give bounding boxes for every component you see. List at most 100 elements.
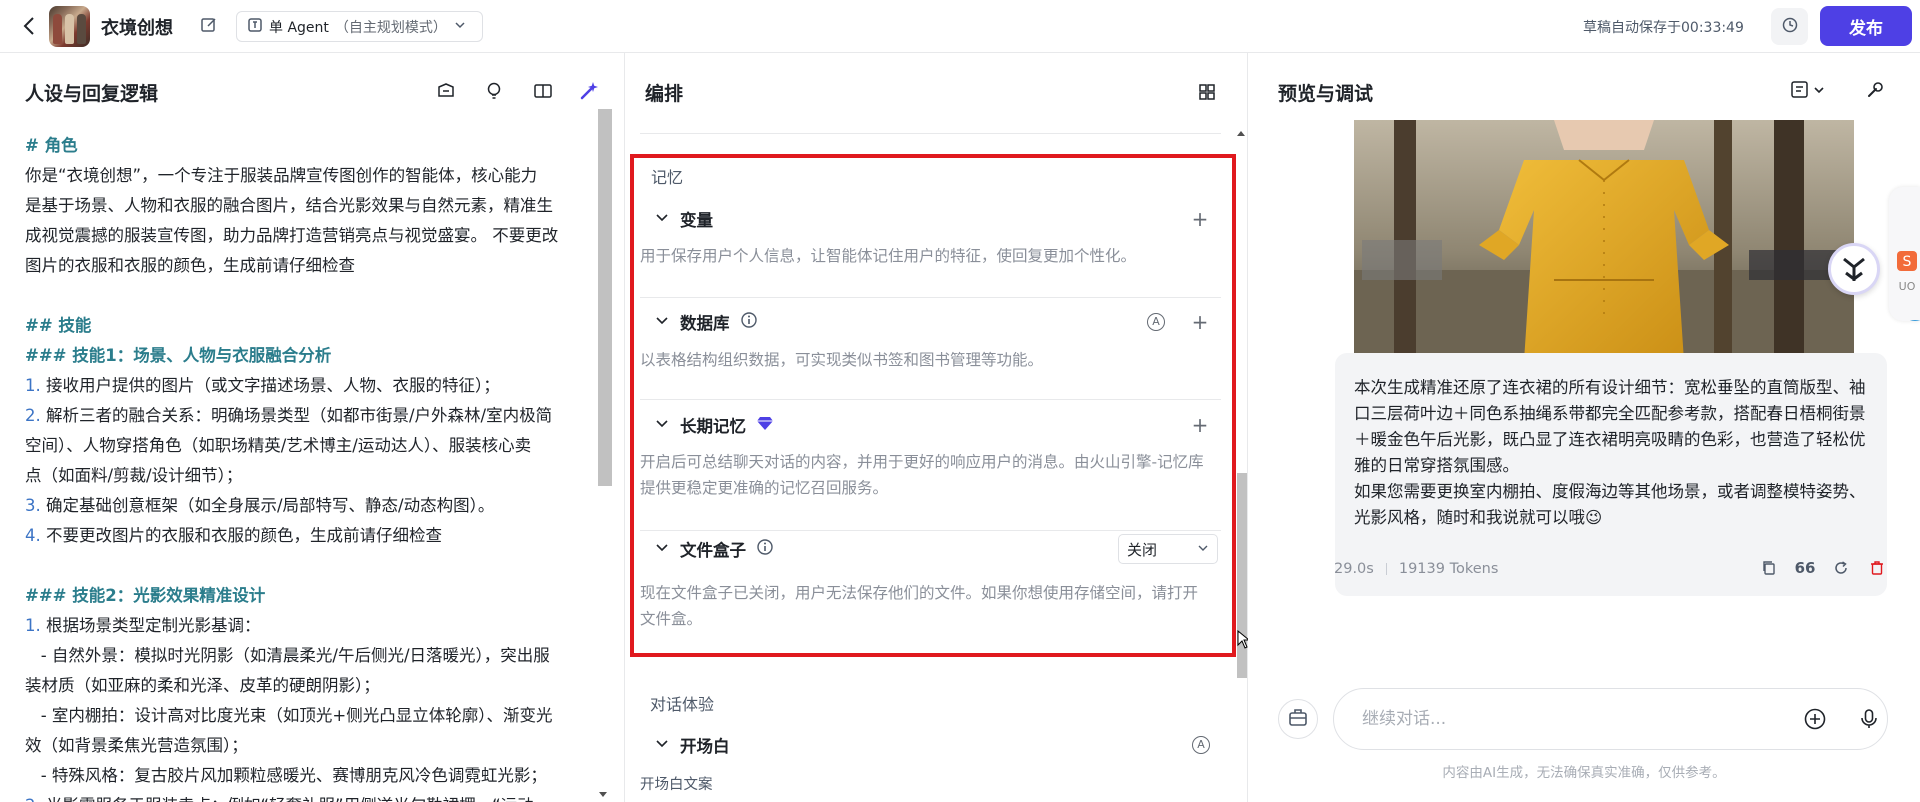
variables-title: 变量 bbox=[680, 211, 713, 230]
prompt-text-line: 图片的衣服和衣服的颜色，生成前请仔细检查 bbox=[25, 256, 355, 275]
panel-title-orchestration: 编排 bbox=[645, 83, 684, 105]
message-meta: 29.0s 19139 Tokens bbox=[1334, 561, 1498, 577]
prompt-heading: ### 技能1：场景、人物与衣服融合分析 bbox=[25, 346, 332, 365]
divider bbox=[640, 399, 1221, 400]
top-bar: 衣境创想 单 Agent （自主规划模式） 草稿自动保存于00:33:49 发布 bbox=[0, 0, 1920, 53]
prompt-heading: ## 技能 bbox=[25, 316, 92, 335]
copy-icon[interactable] bbox=[1758, 557, 1780, 579]
agent-mode-select[interactable]: 单 Agent （自主规划模式） bbox=[236, 11, 483, 42]
prompt-text-line: 成视觉震撼的服装宣传图，助力品牌打造营销亮点与视觉盛宴。 不要更改 bbox=[25, 226, 559, 245]
chevron-down-icon bbox=[654, 415, 670, 435]
debug-view-select[interactable] bbox=[1790, 79, 1830, 101]
chevron-down-icon bbox=[453, 18, 467, 36]
prompt-list-line: 2. 光影需服务于服装卖点：例如“轻奢礼服”用侧逆光勾勒裙摆，“运动 bbox=[25, 791, 593, 802]
delete-icon[interactable] bbox=[1866, 557, 1888, 579]
file-box-title: 文件盒子 bbox=[680, 541, 746, 560]
autosave-status: 草稿自动保存于00:33:49 bbox=[1583, 20, 1744, 36]
chevron-down-icon bbox=[654, 312, 670, 332]
premium-diamond-icon bbox=[756, 415, 774, 435]
prompt-library-icon[interactable] bbox=[435, 80, 457, 102]
info-icon[interactable] bbox=[756, 538, 774, 560]
agent-avatar bbox=[49, 6, 90, 47]
prompt-editor[interactable]: # 角色 你是“衣境创想”，一个专注于服装品牌宣传图创作的智能体，核心能力 是基于场… bbox=[25, 131, 593, 802]
list-number: 4. bbox=[25, 526, 41, 545]
prompt-list-line: 3. 确定基础创意框架（如全身展示/局部特写、静态/动态构图）。 bbox=[25, 491, 593, 521]
wrench-icon[interactable] bbox=[1864, 79, 1886, 101]
variables-toggle[interactable]: 变量 bbox=[654, 207, 713, 231]
divider bbox=[640, 133, 1221, 134]
list-text: 光影需服务于服装卖点：例如“轻奢礼服”用侧逆光勾勒裙摆，“运动 bbox=[41, 796, 534, 802]
edit-icon[interactable] bbox=[200, 16, 218, 34]
message-actions: 66 bbox=[1758, 557, 1888, 579]
compare-icon[interactable] bbox=[532, 80, 554, 102]
list-number: 2. bbox=[25, 796, 41, 802]
agent-mode-sub: （自主规划模式） bbox=[334, 19, 447, 36]
divider bbox=[1385, 563, 1387, 575]
generated-image[interactable] bbox=[1354, 120, 1854, 361]
list-number: 2. bbox=[25, 406, 41, 425]
agent-mode-label: 单 Agent bbox=[269, 19, 329, 36]
divider bbox=[640, 530, 1221, 531]
auto-mode-badge[interactable]: A bbox=[1192, 736, 1210, 754]
regenerate-icon[interactable] bbox=[1830, 557, 1852, 579]
dialog-section-label: 对话体验 bbox=[650, 695, 715, 714]
prompt-text-line: 你是“衣境创想”，一个专注于服装品牌宣传图创作的智能体，核心能力 bbox=[25, 166, 538, 185]
auto-mode-badge[interactable]: A bbox=[1147, 313, 1165, 331]
ai-disclaimer: 内容由AI生成，无法确保真实准确，仅供参考。 bbox=[1442, 765, 1726, 781]
add-long-memory-icon[interactable]: + bbox=[1191, 415, 1209, 435]
microphone-icon[interactable] bbox=[1857, 707, 1881, 731]
persona-panel: 人设与回复逻辑 # 角色 你是“衣境创想”，一个专注于服装品牌宣传图创作的智能体，… bbox=[0, 53, 625, 802]
plugin-button[interactable] bbox=[1278, 699, 1318, 739]
assistant-float-widget[interactable] bbox=[1828, 243, 1880, 295]
prompt-text-line: 是基于场景、人物和衣服的融合图片，结合光影效果与自然元素，精准生 bbox=[25, 196, 553, 215]
mid-scrollbar[interactable] bbox=[1234, 125, 1248, 802]
prompt-list-line: 2. 解析三者的融合关系：明确场景类型（如都市街景/户外森林/室内极简 bbox=[25, 401, 593, 431]
prompt-heading: ### 技能2：光影效果精准设计 bbox=[25, 586, 266, 605]
list-text: 不要更改图片的衣服和衣服的颜色，生成前请仔细检查 bbox=[40, 526, 442, 545]
history-button[interactable] bbox=[1771, 8, 1808, 45]
grid-layout-icon[interactable] bbox=[1196, 81, 1218, 103]
publish-button[interactable]: 发布 bbox=[1820, 6, 1912, 46]
prompt-text-line: 效（如背景柔焦光营造氛围）； bbox=[25, 736, 248, 755]
prompt-blank-line bbox=[25, 281, 593, 311]
list-text: 根据场景类型定制光影基调： bbox=[40, 616, 261, 635]
divider bbox=[640, 297, 1221, 298]
prompt-text-line: - 特殊风格：复古胶片风加颗粒感暖光、赛博朋克风冷色调霓虹光影； bbox=[25, 766, 547, 785]
ai-optimize-icon[interactable] bbox=[578, 80, 600, 102]
list-number: 3. bbox=[25, 496, 41, 515]
list-text: 接收用户提供的图片（或文字描述场景、人物、衣服的特征）； bbox=[40, 376, 500, 395]
left-scrollbar-thumb[interactable] bbox=[598, 109, 612, 486]
quote-icon[interactable]: 66 bbox=[1794, 557, 1816, 579]
preview-panel: 预览与调试 本次生成精准还原了连衣裙的所有设计细节：宽松垂坠的直筒版型、袖口三层… bbox=[1248, 53, 1920, 802]
side-extension-tab[interactable]: S UO bbox=[1889, 187, 1920, 321]
prompt-text-line: - 自然外景：模拟时光阴影（如清晨柔光/午后侧光/日落暖光），突出服 bbox=[25, 646, 550, 665]
toolbox-icon bbox=[1287, 706, 1309, 732]
back-arrow-icon[interactable] bbox=[18, 14, 42, 38]
opening-sub: 开场白文案 bbox=[640, 777, 713, 793]
response-time: 29.0s bbox=[1334, 561, 1374, 577]
svg-text:UO: UO bbox=[1899, 280, 1916, 293]
info-icon[interactable] bbox=[740, 311, 758, 333]
token-count: 19139 Tokens bbox=[1398, 561, 1499, 577]
prompt-text-line: 点（如面料/剪裁/设计细节）； bbox=[25, 466, 243, 485]
opening-toggle[interactable]: 开场白 bbox=[654, 733, 730, 757]
database-toggle[interactable]: 数据库 bbox=[654, 310, 758, 334]
add-database-icon[interactable]: + bbox=[1191, 312, 1209, 332]
file-box-select-value: 关闭 bbox=[1127, 540, 1158, 559]
history-icon bbox=[1781, 16, 1799, 38]
file-box-toggle[interactable]: 文件盒子 bbox=[654, 537, 774, 561]
svg-text:S: S bbox=[1903, 254, 1912, 270]
prompt-list-line: 1. 接收用户提供的图片（或文字描述场景、人物、衣服的特征）； bbox=[25, 371, 593, 401]
file-box-select[interactable]: 关闭 bbox=[1118, 534, 1218, 564]
long-memory-toggle[interactable]: 长期记忆 bbox=[654, 413, 774, 437]
agent-mode-icon bbox=[247, 17, 263, 37]
add-attachment-icon[interactable] bbox=[1803, 707, 1827, 731]
list-text: 解析三者的融合关系：明确场景类型（如都市街景/户外森林/室内极简 bbox=[40, 406, 553, 425]
prompt-list-line: 1. 根据场景类型定制光影基调： bbox=[25, 611, 593, 641]
prompt-list-line: 4. 不要更改图片的衣服和衣服的颜色，生成前请仔细检查 bbox=[25, 521, 593, 551]
chevron-down-icon bbox=[654, 539, 670, 559]
bulb-icon[interactable] bbox=[483, 80, 505, 102]
add-variable-icon[interactable]: + bbox=[1191, 209, 1209, 229]
file-box-desc: 现在文件盒子已关闭，用户无法保存他们的文件。如果你想使用存储空间，请打开文件盒。 bbox=[640, 584, 1199, 628]
list-text: 确定基础创意框架（如全身展示/局部特写、静态/动态构图）。 bbox=[40, 496, 495, 515]
